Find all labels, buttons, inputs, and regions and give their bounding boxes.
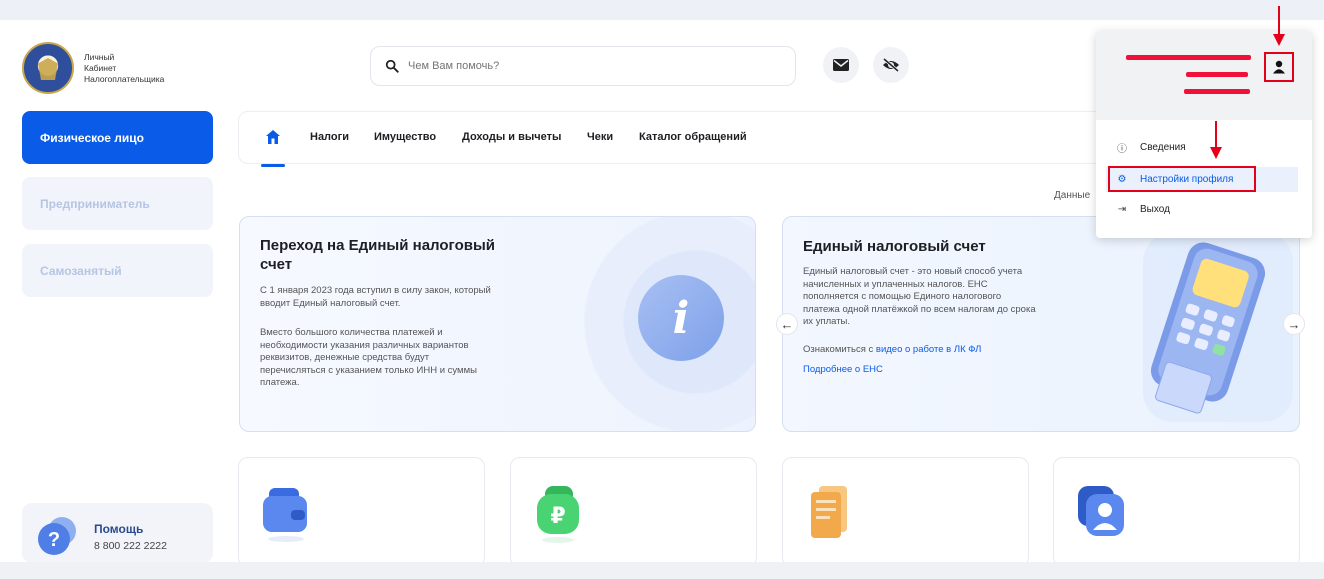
nav-receipts[interactable]: Чеки <box>587 131 613 143</box>
arrow-left-icon: ← <box>780 316 794 332</box>
search-icon <box>385 59 399 73</box>
card1-p1-line-2: вводит Единый налоговый счет. <box>260 297 401 309</box>
eye-off-icon <box>883 58 899 72</box>
user-profile-icon <box>1078 486 1124 536</box>
annotation-arrow-icon <box>1273 6 1285 46</box>
help-question-icon: ? <box>38 517 76 555</box>
payment-terminal-illustration <box>1143 232 1293 422</box>
service-card-3[interactable] <box>782 457 1029 567</box>
profile-button[interactable] <box>1264 52 1294 82</box>
card1-paragraph-1: С 1 января 2023 года вступил в силу зако… <box>260 285 491 310</box>
arrow-right-icon: → <box>1287 316 1301 332</box>
nav-taxes[interactable]: Налоги <box>310 131 349 143</box>
service-card-4[interactable] <box>1053 457 1300 567</box>
info-icon: i <box>638 275 724 361</box>
card2-line-3: пополняется с помощью Единого налогового <box>803 291 1002 302</box>
card1-p2-line-2: необходимости указания различных вариант… <box>260 339 469 351</box>
card1-p2-line-5: платежа. <box>260 377 300 388</box>
sidebar-item-individual[interactable]: Физическое лицо <box>22 111 213 164</box>
bottom-strip <box>0 562 1324 579</box>
profile-dropdown: ⓘ Сведения ⚙ Настройки профиля ⇥ Выход <box>1096 31 1312 238</box>
home-icon[interactable] <box>265 129 281 145</box>
help-block[interactable]: ? Помощь 8 800 222 2222 <box>22 503 213 563</box>
video-link[interactable]: видео о работе в ЛК ФЛ <box>876 344 982 355</box>
sidebar-item-self-employed[interactable]: Самозанятый <box>22 244 213 297</box>
card1-title: Переход на Единый налоговый счет <box>260 236 495 274</box>
card2-line-5: их уплаты. <box>803 316 851 327</box>
card1-p1-line-1: С 1 января 2023 года вступил в силу зако… <box>260 285 491 296</box>
card2-title: Единый налоговый счет <box>803 238 986 255</box>
redaction-bar <box>1186 72 1248 77</box>
menu-item-info-label: Сведения <box>1140 142 1186 153</box>
page: Личный Кабинет Налогоплательщика Физичес… <box>0 0 1324 579</box>
annotation-arrow-icon <box>1210 121 1222 159</box>
card2-line-4: платежа одной платёжкой по всем налогам … <box>803 303 1036 315</box>
card1-p2-line-4: перечисляться с указанием только ИНН и с… <box>260 364 477 376</box>
nav-property[interactable]: Имущество <box>374 131 436 143</box>
mail-icon <box>833 59 849 71</box>
top-strip <box>0 0 1324 20</box>
carousel-prev-button[interactable]: ← <box>776 313 798 335</box>
svg-text:₽: ₽ <box>550 504 565 529</box>
logo[interactable]: Личный Кабинет Налогоплательщика <box>22 42 164 94</box>
menu-item-logout-label: Выход <box>1140 204 1170 215</box>
card1-p2-line-1: Вместо большого количества платежей и <box>260 327 443 338</box>
help-phone[interactable]: 8 800 222 2222 <box>94 540 167 552</box>
card1-title-line-1: Переход на Единый налоговый <box>260 237 495 254</box>
receipt-icon <box>811 486 847 538</box>
logo-line-2: Кабинет <box>84 62 117 73</box>
card2-text: Единый налоговый счет - это новый способ… <box>803 266 1036 329</box>
card2-watch-line: Ознакомиться с видео о работе в ЛК ФЛ <box>803 344 981 357</box>
fns-emblem-icon <box>22 42 74 94</box>
card2-line-1: Единый налоговый счет - это новый способ… <box>803 266 1023 277</box>
card1-paragraph-2: Вместо большого количества платежей и не… <box>260 327 477 390</box>
card1-title-line-2: счет <box>260 256 293 273</box>
search-input[interactable] <box>408 60 768 72</box>
visually-impaired-button[interactable] <box>873 47 909 83</box>
menu-item-logout[interactable]: ⇥ Выход <box>1106 197 1298 222</box>
redaction-bar <box>1126 55 1251 60</box>
service-card-1[interactable] <box>238 457 485 567</box>
more-about-ens-link[interactable]: Подробнее о ЕНС <box>803 364 883 375</box>
search-box[interactable] <box>370 46 796 86</box>
ruble-icon: ₽ <box>537 486 579 543</box>
nav-income-deductions[interactable]: Доходы и вычеты <box>462 131 561 143</box>
data-label: Данные <box>1054 190 1091 201</box>
redaction-bar <box>1184 89 1250 94</box>
card1-p2-line-3: реквизитов, денежные средства будут <box>260 352 430 363</box>
carousel-next-button[interactable]: → <box>1283 313 1305 335</box>
help-title: Помощь <box>94 522 144 536</box>
user-icon <box>1273 60 1285 74</box>
nav-active-indicator <box>261 164 285 167</box>
ens-transition-card[interactable]: i Переход на Единый налоговый счет С 1 я… <box>239 216 756 432</box>
messages-button[interactable] <box>823 47 859 83</box>
sidebar-item-entrepreneur[interactable]: Предприниматель <box>22 177 213 230</box>
svg-text:?: ? <box>48 529 60 551</box>
wallet-icon <box>263 488 307 542</box>
annotation-highlight-box <box>1108 166 1256 192</box>
card2-line-2: начисленных и уплаченных налогов. ЕНС <box>803 278 988 290</box>
menu-item-info[interactable]: ⓘ Сведения <box>1106 135 1298 160</box>
info-icon: ⓘ <box>1117 144 1127 155</box>
logout-icon: ⇥ <box>1117 204 1127 215</box>
card2-watch-prefix: Ознакомиться с <box>803 344 874 355</box>
ens-card[interactable]: Единый налоговый счет Единый налоговый с… <box>782 216 1300 432</box>
logo-line-3: Налогоплательщика <box>84 73 165 84</box>
nav-requests-catalog[interactable]: Каталог обращений <box>639 131 747 143</box>
logo-line-1: Личный <box>84 51 115 62</box>
logo-text: Личный Кабинет Налогоплательщика <box>84 52 164 85</box>
service-card-2[interactable]: ₽ <box>510 457 757 567</box>
